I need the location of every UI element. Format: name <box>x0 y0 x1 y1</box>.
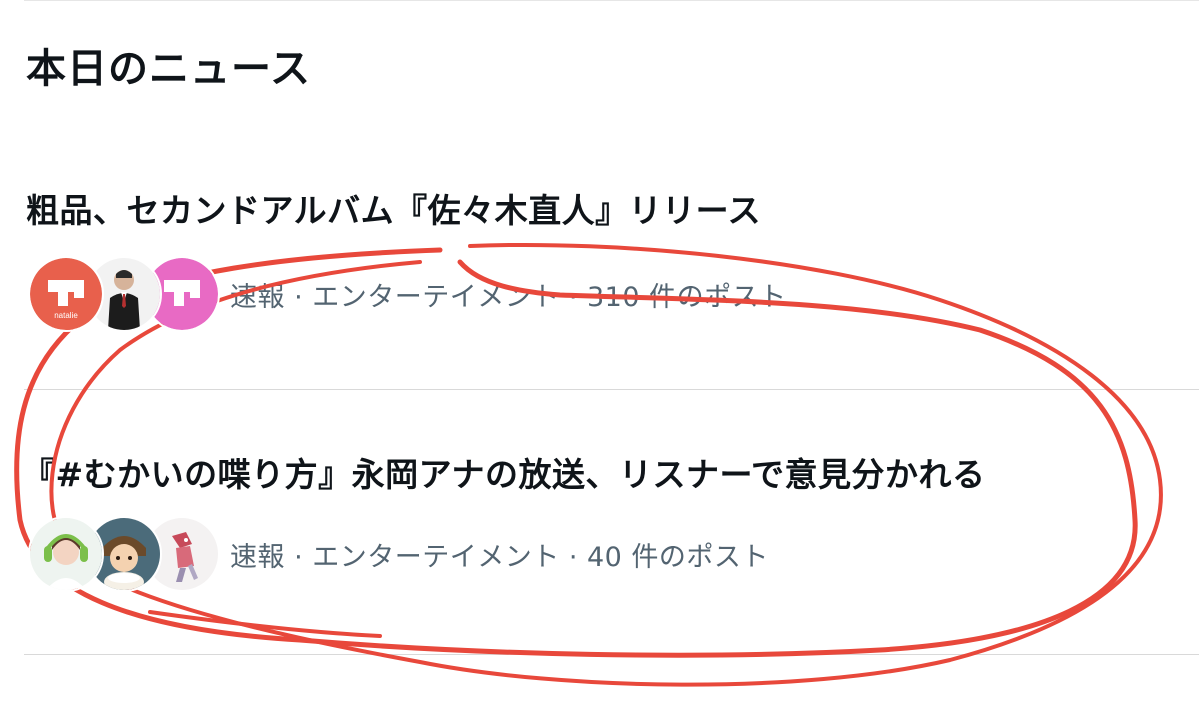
news-item-mukai-broadcast[interactable]: 『#むかいの喋り方』永岡アナの放送、リスナーで意見分かれる 速報 · エンターテ… <box>0 390 1199 654</box>
avatar-stack <box>28 516 220 592</box>
news-headline[interactable]: 粗品、セカンドアルバム『佐々木直人』リリース <box>26 184 761 232</box>
news-meta-text: 速報 · エンターテイメント · 310 件のポスト <box>230 281 787 313</box>
news-divider <box>24 654 1199 655</box>
natalie-avatar-text: natalie <box>54 311 78 320</box>
news-meta-text: 速報 · エンターテイメント · 40 件のポスト <box>230 541 769 573</box>
news-item-sosina-album[interactable]: 粗品、セカンドアルバム『佐々木直人』リリース natalie 速報 · エンター… <box>0 170 1199 388</box>
news-meta-row: 速報 · エンターテイメント · 40 件のポスト <box>28 516 769 592</box>
news-meta-row: natalie 速報 · エンターテイメント · 310 件のポスト <box>28 256 787 332</box>
news-headline[interactable]: 『#むかいの喋り方』永岡アナの放送、リスナーで意見分かれる <box>22 448 986 496</box>
section-title: 本日のニュース <box>26 46 311 92</box>
avatar-stack: natalie <box>28 256 220 332</box>
top-divider <box>24 0 1199 1</box>
woman-headphones-avatar <box>28 516 104 592</box>
natalie-logo-avatar: natalie <box>28 256 104 332</box>
